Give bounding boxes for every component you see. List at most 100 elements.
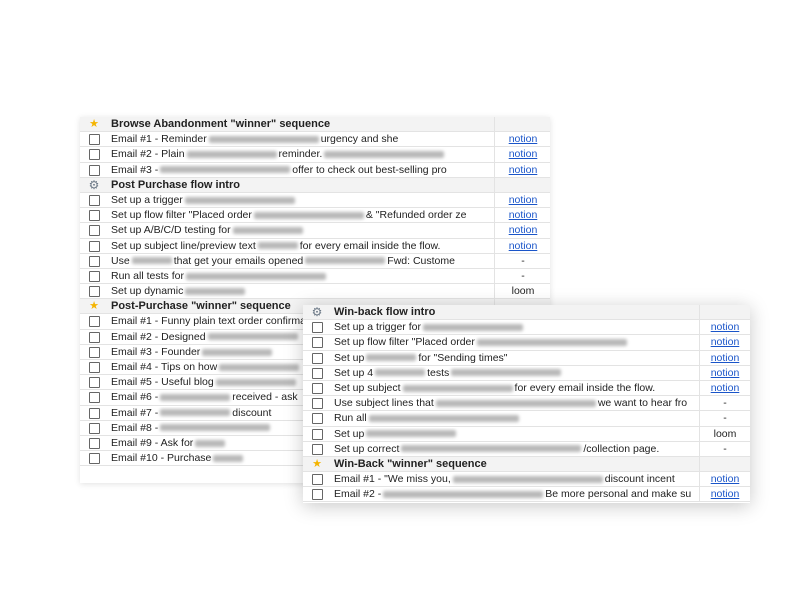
section-header: ★ Browse Abandonment "winner" sequence [80, 117, 550, 133]
task-checkbox[interactable] [89, 164, 100, 176]
notion-link[interactable]: notion [495, 194, 550, 207]
section-title: Post Purchase flow intro [111, 178, 240, 191]
task-text: that get your emails opened [173, 254, 304, 267]
task-checkbox[interactable] [89, 286, 100, 298]
task-text: Use subject lines that [334, 397, 434, 410]
gear-icon: ⚙ [311, 305, 323, 319]
notion-link[interactable]: notion [495, 148, 550, 161]
task-row: Set up for "Sending times" notion [303, 350, 750, 366]
star-icon: ★ [312, 457, 322, 470]
notion-link[interactable]: notion [700, 336, 750, 349]
task-checkbox[interactable] [89, 331, 100, 343]
redacted-text [476, 339, 627, 347]
task-text: Set up a trigger [111, 193, 183, 206]
task-checkbox[interactable] [89, 134, 100, 146]
notion-link[interactable]: notion [495, 240, 550, 253]
task-checkbox[interactable] [312, 337, 323, 349]
task-checkbox[interactable] [89, 255, 100, 267]
task-row: Set up loom [303, 426, 750, 442]
notion-link[interactable]: notion [495, 224, 550, 237]
notion-link[interactable]: notion [700, 321, 750, 334]
task-text: Set up subject [334, 381, 401, 394]
task-text: for every email inside the flow. [514, 381, 656, 394]
task-checkbox[interactable] [89, 270, 100, 282]
redacted-text [219, 363, 300, 371]
notion-link[interactable]: notion [700, 352, 750, 365]
redacted-text [402, 384, 513, 392]
task-checkbox[interactable] [89, 362, 100, 373]
task-row: Set up a trigger for notion [303, 320, 750, 336]
task-text: Email #8 - [111, 421, 159, 434]
redacted-text [401, 445, 582, 453]
notion-link[interactable]: notion [700, 473, 750, 486]
task-checkbox[interactable] [312, 382, 323, 394]
notion-link[interactable]: notion [700, 367, 750, 380]
task-text: for every email inside the flow. [299, 239, 441, 252]
task-checkbox[interactable] [89, 346, 100, 358]
task-text: Set up flow filter "Placed order [334, 336, 475, 349]
task-checkbox[interactable] [312, 398, 323, 410]
task-checkbox[interactable] [89, 210, 100, 222]
task-text: discount [232, 406, 272, 419]
notion-link[interactable]: notion [495, 164, 550, 177]
task-checkbox[interactable] [89, 437, 100, 449]
task-checkbox[interactable] [89, 392, 100, 404]
task-row: Set up a trigger notion [80, 192, 550, 209]
task-row: Use that get your emails opened Fwd: Custo… [80, 253, 550, 269]
task-text: Email #10 - Purchase [111, 452, 212, 465]
task-text: Email #6 - [111, 391, 159, 404]
column-divider [494, 177, 495, 192]
task-text: Email #5 - Useful blog [111, 376, 214, 389]
task-text: Run all [334, 412, 367, 425]
resource-cell: - [521, 254, 525, 267]
task-row: Set up subject line/preview text for ever… [80, 238, 550, 254]
task-checkbox[interactable] [312, 322, 323, 334]
redacted-text [366, 430, 457, 438]
column-divider [494, 117, 495, 132]
redacted-text [215, 378, 296, 386]
resource-cell: loom [511, 285, 535, 298]
redacted-text [253, 211, 364, 219]
notion-link[interactable]: notion [495, 209, 550, 222]
task-text: Email #9 - Ask for [111, 436, 194, 449]
task-row: Use subject lines that we want to hear fr… [303, 396, 750, 412]
notion-link[interactable]: notion [700, 488, 750, 501]
task-checkbox[interactable] [89, 240, 100, 252]
task-text: Fwd: Custome [387, 254, 455, 267]
task-text: Email #2 - Plain [111, 148, 185, 161]
task-row: Set up correct/collection page. - [303, 441, 750, 457]
task-text: Email #1 - Funny plain text order confir… [111, 315, 318, 328]
task-checkbox[interactable] [89, 407, 100, 419]
task-text: Email #7 - [111, 406, 159, 419]
task-text: reminder. [278, 148, 323, 161]
task-row: Email #2 - Plain reminder. notion [80, 147, 550, 163]
redacted-text [232, 227, 303, 235]
task-checkbox[interactable] [312, 352, 323, 364]
notion-link[interactable]: notion [495, 133, 550, 146]
task-checkbox[interactable] [312, 474, 323, 486]
task-checkbox[interactable] [89, 377, 100, 389]
notion-link[interactable]: notion [700, 382, 750, 395]
task-checkbox[interactable] [312, 413, 323, 425]
task-checkbox[interactable] [312, 428, 323, 440]
task-checkbox[interactable] [89, 194, 100, 206]
task-text: Set up correct [334, 442, 400, 455]
task-checkbox[interactable] [312, 489, 323, 501]
task-row: Set up A/B/C/D testing for notion [80, 223, 550, 239]
task-checkbox[interactable] [89, 422, 100, 434]
task-checkbox[interactable] [312, 367, 323, 379]
task-checkbox[interactable] [89, 149, 100, 161]
task-checkbox[interactable] [89, 453, 100, 465]
task-checkbox[interactable] [89, 316, 100, 328]
task-text: Email #1 - Reminder [111, 133, 207, 146]
section-title: Browse Abandonment "winner" sequence [111, 118, 331, 130]
task-row: Run all tests for - [80, 268, 550, 285]
task-text: received - ask [232, 391, 298, 404]
redacted-text [324, 151, 445, 159]
task-row: Set up subject for every email inside the… [303, 380, 750, 397]
section-header: ★ Win-Back "winner" sequence [303, 456, 750, 473]
task-checkbox[interactable] [312, 443, 323, 455]
task-text: Use [111, 254, 130, 267]
redacted-text [452, 475, 603, 483]
task-checkbox[interactable] [89, 225, 100, 237]
